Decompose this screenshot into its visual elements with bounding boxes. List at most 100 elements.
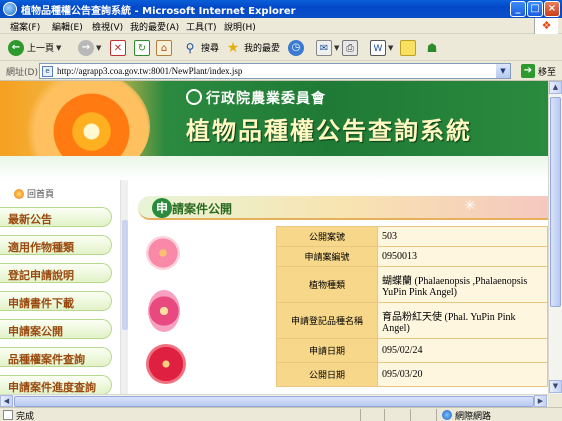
status-divider: [360, 409, 361, 421]
home-link[interactable]: 回首頁: [14, 187, 54, 200]
scroll-corner: [548, 394, 562, 407]
flower-images: [138, 224, 202, 394]
chevron-down-icon[interactable]: ▼: [496, 64, 510, 78]
table-row: 公開日期 095/03/20: [276, 362, 548, 387]
favorites-button[interactable]: ★ 我的最愛: [225, 38, 280, 57]
menu-favorites[interactable]: 我的最愛(A): [130, 20, 179, 33]
page-icon: e: [42, 66, 53, 77]
messenger-icon: ☗: [426, 40, 438, 55]
title-bar: 植物品種權公告查詢系統 - Microsoft Internet Explore…: [0, 0, 562, 18]
edit-button[interactable]: W ▼: [370, 38, 393, 57]
discuss-button[interactable]: [400, 38, 416, 57]
page-content: 行政院農業委員會 植物品種權公告查詢系統 回首頁 最新公告 適用作物種類 登記申…: [0, 81, 548, 394]
sidebar: 回首頁 最新公告 適用作物種類 登記申請說明 申請書件下載 申請案公開 品種權案…: [0, 180, 120, 394]
toolbar: ← 上一頁 ▼ → ▼ ✕ ↻ ⌂ ⚲ 搜尋 ★ 我的最愛 ◷ ✉ ▼ ⎙ W …: [0, 34, 562, 61]
menu-edit[interactable]: 編輯(E): [52, 20, 83, 33]
orchid-image: [148, 290, 180, 332]
banner-band: [0, 156, 548, 180]
refresh-icon: ↻: [134, 39, 150, 56]
sidebar-item-applicable-crops[interactable]: 適用作物種類: [0, 235, 112, 255]
horizontal-scroll-thumb[interactable]: [14, 396, 534, 407]
stop-icon: ✕: [110, 39, 126, 56]
stop-button[interactable]: ✕: [110, 38, 126, 57]
windows-logo-icon: ❖: [534, 18, 558, 34]
table-row: 申請登記品種名稱 育品粉紅天使 (Phal. YuPin Pink Angel): [276, 302, 548, 339]
mail-icon: ✉: [316, 39, 332, 56]
go-arrow-icon: ➔: [521, 64, 535, 78]
status-text: 完成: [16, 412, 35, 421]
menu-help[interactable]: 說明(H): [224, 20, 256, 33]
sidebar-item-progress-query[interactable]: 申請案件進度查詢: [0, 375, 112, 394]
print-button[interactable]: ⎙: [342, 38, 358, 57]
panel-badge: 申: [152, 198, 172, 218]
scroll-up-button[interactable]: ▲: [549, 81, 562, 94]
inner-scroll-thumb[interactable]: [122, 220, 128, 330]
address-url: http://agrapp3.coa.gov.tw:8001/NewPlant/…: [57, 66, 243, 76]
ie-icon: [3, 2, 17, 16]
sidebar-item-published-applications[interactable]: 申請案公開: [0, 319, 112, 339]
coa-logo-icon: [186, 89, 202, 105]
scroll-right-button[interactable]: ▶: [534, 395, 547, 407]
forward-button[interactable]: → ▼: [78, 38, 101, 57]
address-input[interactable]: e http://agrapp3.coa.gov.tw:8001/NewPlan…: [39, 63, 511, 79]
window-title: 植物品種權公告查詢系統 - Microsoft Internet Explore…: [21, 6, 296, 17]
chevron-down-icon: ▼: [388, 43, 394, 52]
menu-view[interactable]: 檢視(V): [92, 20, 123, 33]
sidebar-item-latest-announcements[interactable]: 最新公告: [0, 207, 112, 227]
menu-file[interactable]: 檔案(F): [10, 20, 40, 33]
close-button[interactable]: ×: [544, 1, 560, 17]
chevron-down-icon: ▼: [56, 43, 62, 52]
sparkle-icon: ✳: [464, 198, 476, 214]
horizontal-scrollbar[interactable]: ◀ ▶: [0, 394, 548, 407]
back-button[interactable]: ← 上一頁 ▼: [8, 38, 61, 57]
home-icon: ⌂: [156, 39, 172, 56]
scroll-left-button[interactable]: ◀: [0, 395, 13, 407]
system-title: 植物品種權公告查詢系統: [186, 117, 472, 145]
sidebar-item-form-download[interactable]: 申請書件下載: [0, 291, 112, 311]
table-row: 植物種類 蝴蝶蘭 (Phalaenopsis ,Phalaenopsis YuPi…: [276, 266, 548, 303]
address-label: 網址(D): [6, 68, 38, 78]
status-bar: 完成 網際網路: [0, 407, 562, 421]
address-bar: 網址(D) e http://agrapp3.coa.gov.tw:8001/N…: [0, 61, 562, 81]
maximize-button[interactable]: □: [527, 1, 543, 17]
security-zone: 網際網路: [455, 412, 492, 421]
orchid-image: [146, 236, 180, 270]
note-icon: [400, 39, 416, 56]
panel-header: 申 請案件公開 ✳: [138, 196, 548, 220]
sidebar-item-right-case-query[interactable]: 品種權案件查詢: [0, 347, 112, 367]
mail-button[interactable]: ✉ ▼: [316, 38, 339, 57]
table-row: 申請日期 095/02/24: [276, 338, 548, 363]
panel-title: 請案件公開: [172, 202, 233, 216]
flower-icon: [14, 188, 24, 199]
page-done-icon: [3, 410, 13, 420]
agency-name: 行政院農業委員會: [206, 91, 326, 107]
history-icon: ◷: [288, 39, 304, 56]
sidebar-item-registration-guide[interactable]: 登記申請說明: [0, 263, 112, 283]
word-icon: W: [370, 39, 386, 56]
menu-bar: 檔案(F) 編輯(E) 檢視(V) 我的最愛(A) 工具(T) 說明(H) ❖: [0, 18, 562, 34]
go-button[interactable]: ➔ 移至: [521, 64, 556, 78]
print-icon: ⎙: [342, 39, 358, 56]
minimize-button[interactable]: _: [510, 1, 526, 17]
search-button[interactable]: ⚲ 搜尋: [182, 38, 219, 57]
status-divider: [410, 409, 411, 421]
chevron-down-icon: ▼: [96, 43, 102, 52]
star-icon: ★: [226, 39, 240, 56]
vertical-scroll-thumb[interactable]: [550, 97, 561, 307]
refresh-button[interactable]: ↻: [134, 38, 150, 57]
inner-scrollbar[interactable]: [120, 180, 128, 394]
messenger-button[interactable]: ☗: [424, 38, 440, 57]
history-button[interactable]: ◷: [288, 38, 304, 57]
search-icon: ⚲: [185, 40, 195, 55]
internet-zone-icon: [442, 410, 452, 420]
status-divider: [436, 409, 437, 421]
chevron-down-icon: ▼: [334, 43, 340, 52]
table-row: 公開案號 503: [276, 226, 548, 247]
scroll-down-button[interactable]: ▼: [549, 380, 562, 393]
home-button[interactable]: ⌂: [156, 38, 172, 57]
vertical-scrollbar[interactable]: ▲ ▼: [548, 81, 562, 394]
forward-arrow-icon: →: [78, 39, 94, 56]
back-arrow-icon: ←: [8, 39, 24, 56]
menu-tools[interactable]: 工具(T): [186, 20, 217, 33]
site-banner: 行政院農業委員會 植物品種權公告查詢系統: [0, 81, 548, 181]
